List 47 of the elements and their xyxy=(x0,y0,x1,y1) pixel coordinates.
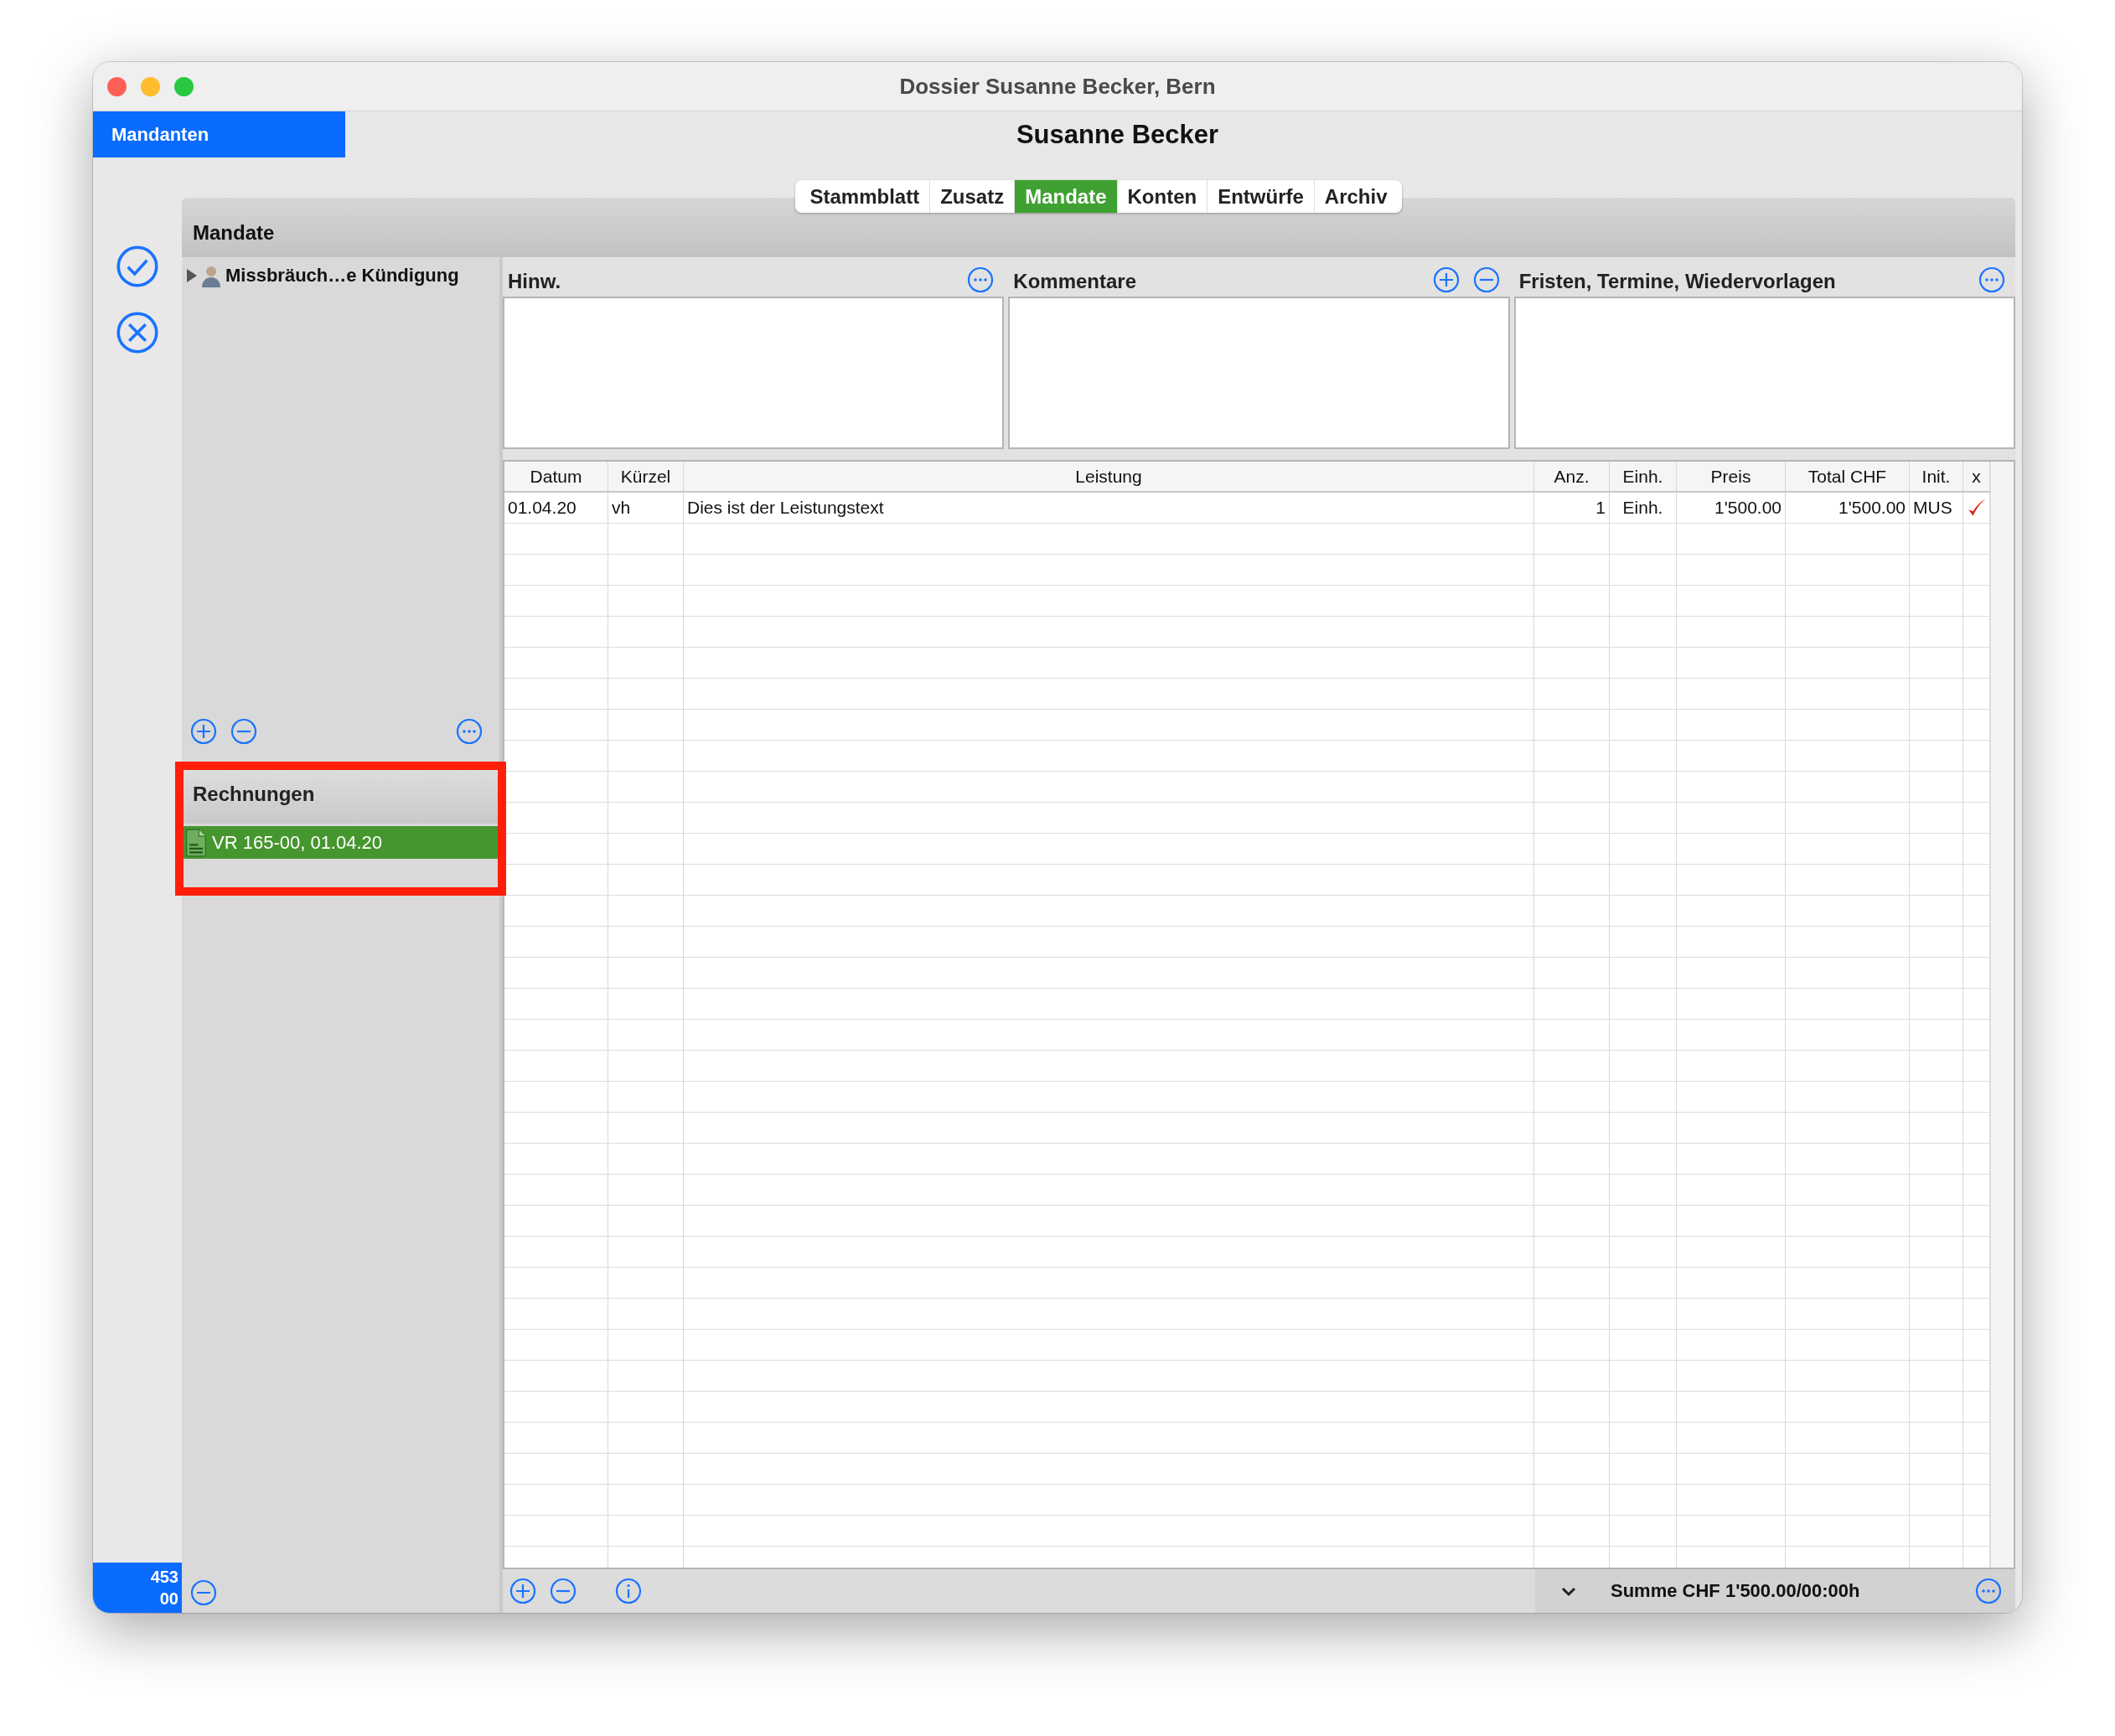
confirm-icon[interactable] xyxy=(116,245,159,288)
zoom-button[interactable] xyxy=(174,77,194,96)
column-header[interactable]: Anz. xyxy=(1534,462,1610,491)
column-header[interactable]: Kürzel xyxy=(608,462,684,491)
column-header[interactable]: Preis xyxy=(1677,462,1786,491)
text-area[interactable] xyxy=(503,297,1005,449)
info-icon[interactable] xyxy=(615,1578,642,1604)
table-cell: 1 xyxy=(1534,493,1610,523)
table-cell: 01.04.20 xyxy=(504,493,608,523)
more-icon[interactable] xyxy=(456,718,483,745)
table-cell: MUS xyxy=(1910,493,1963,523)
more-icon[interactable] xyxy=(1975,1578,2002,1604)
section-title: Hinw. xyxy=(508,268,561,293)
table-cell: 1'500.00 xyxy=(1786,493,1910,523)
add-icon[interactable] xyxy=(190,718,217,745)
invoice-item[interactable]: VR 165-00, 01.04.20 xyxy=(182,826,499,859)
add-icon[interactable] xyxy=(1432,266,1460,293)
summary-text: Summe CHF 1'500.00/00:00h xyxy=(1611,1580,1860,1602)
document-icon xyxy=(185,828,207,857)
text-area[interactable] xyxy=(1513,297,2015,449)
section-title: Fristen, Termine, Wiedervorlagen xyxy=(1518,268,1836,293)
remove-icon[interactable] xyxy=(550,1578,577,1604)
table-cell: Dies ist der Leistungstext xyxy=(684,493,1534,523)
column-header[interactable]: Datum xyxy=(504,462,608,491)
counter-badge: 453 00 xyxy=(93,1563,182,1613)
column-header[interactable]: Leistung xyxy=(684,462,1534,491)
column-header[interactable]: Total CHF xyxy=(1786,462,1910,491)
more-icon[interactable] xyxy=(1978,266,2005,293)
add-icon[interactable] xyxy=(509,1578,536,1604)
section-title: Kommentare xyxy=(1013,268,1137,293)
table-cell: vh xyxy=(608,493,684,523)
sidebar-tab[interactable]: Mandanten xyxy=(93,111,345,158)
avatar-icon xyxy=(201,264,221,287)
table-cell: 1'500.00 xyxy=(1677,493,1786,523)
table-cell: Einh. xyxy=(1610,493,1677,523)
more-icon[interactable] xyxy=(967,266,995,293)
column-header[interactable]: Einh. xyxy=(1610,462,1677,491)
text-area[interactable] xyxy=(1008,297,1510,449)
column-header[interactable]: Init. xyxy=(1910,462,1963,491)
remove-icon[interactable] xyxy=(190,1579,217,1606)
close-button[interactable] xyxy=(107,77,127,96)
remove-icon[interactable] xyxy=(230,718,257,745)
cancel-icon[interactable] xyxy=(116,311,159,354)
client-name: Susanne Becker xyxy=(1015,119,1220,150)
remove-icon[interactable] xyxy=(1472,266,1500,293)
window-title: Dossier Susanne Becker, Bern xyxy=(899,73,1216,100)
mandate-item[interactable]: Missbräuch…e Kündigung xyxy=(225,265,459,287)
